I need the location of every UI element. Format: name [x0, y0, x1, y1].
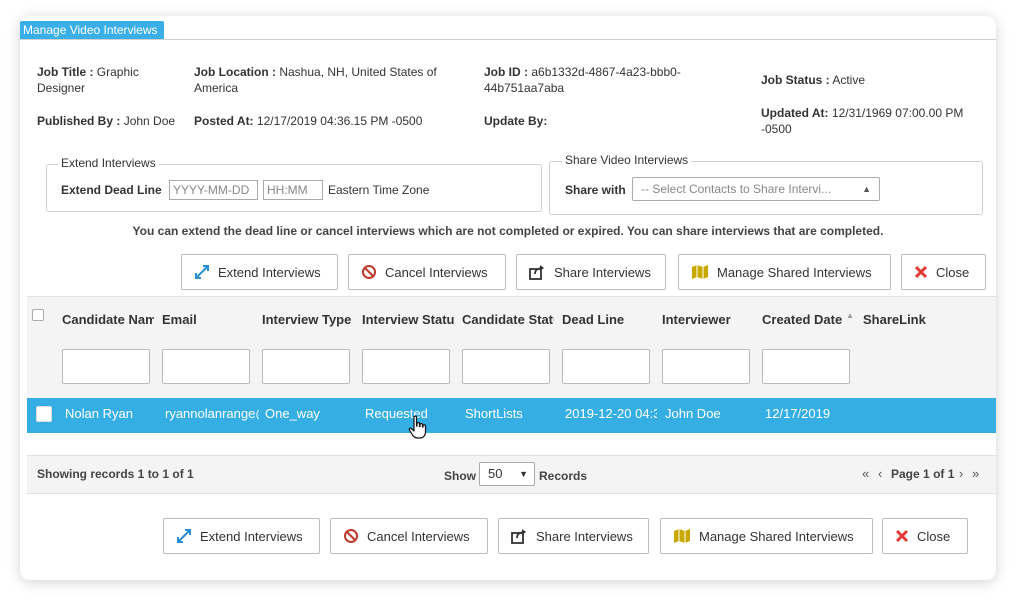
share-interviews-button-bottom[interactable]: Share Interviews — [498, 518, 649, 554]
page-size-select[interactable]: 50 ▼ — [479, 462, 535, 486]
cell-dead-line: 2019-12-20 04:36 — [565, 406, 657, 421]
filter-interview-type[interactable] — [262, 349, 350, 384]
filter-dead-line[interactable] — [562, 349, 650, 384]
cell-candidate-status: ShortLists — [465, 406, 523, 421]
records-label: Records — [539, 469, 588, 483]
page-indicator: Page 1 of 1 — [891, 467, 955, 481]
close-button-bottom[interactable]: Close — [882, 518, 968, 554]
select-all-checkbox[interactable] — [32, 309, 44, 321]
cell-candidate-name: Nolan Ryan — [65, 406, 133, 421]
job-location: Job Location : Nashua, NH, United States… — [194, 65, 437, 95]
last-page-icon[interactable]: » — [972, 466, 979, 481]
cell-email: ryannolanrange@ — [165, 406, 259, 421]
share-square-icon — [511, 529, 526, 544]
cancel-interviews-button-bottom[interactable]: Cancel Interviews — [330, 518, 488, 554]
next-page-icon[interactable]: › — [959, 466, 963, 481]
triangle-up-icon: ▲ — [862, 184, 871, 194]
title-divider — [20, 39, 996, 40]
extend-legend: Extend Interviews — [58, 156, 159, 170]
filter-created-date[interactable] — [762, 349, 850, 384]
column-sharelink[interactable]: ShareLink — [863, 312, 955, 327]
close-button[interactable]: Close — [901, 254, 986, 290]
extend-interviews-button-bottom[interactable]: Extend Interviews — [163, 518, 320, 554]
deadline-time-input[interactable] — [263, 180, 323, 200]
close-icon — [895, 529, 909, 543]
prev-page-icon[interactable]: ‹ — [878, 466, 882, 481]
posted-at: Posted At: 12/17/2019 04:36.15 PM -0500 — [194, 114, 423, 128]
job-status: Job Status : Active — [761, 73, 866, 87]
ban-icon — [344, 529, 358, 543]
extend-interviews-button[interactable]: Extend Interviews — [181, 254, 338, 290]
hand-pointer-cursor-icon — [408, 415, 427, 439]
column-candidate-status[interactable]: Candidate Status — [462, 312, 554, 327]
filter-candidate-status[interactable] — [462, 349, 550, 384]
map-icon — [674, 529, 690, 543]
share-with-label: Share with — [565, 183, 626, 197]
expand-arrows-icon — [195, 265, 209, 279]
column-email[interactable]: Email — [162, 312, 254, 327]
filter-interview-status[interactable] — [362, 349, 450, 384]
first-page-icon[interactable]: « — [862, 466, 869, 481]
cell-created-date: 12/17/2019 — [765, 406, 831, 421]
triangle-down-icon: ▼ — [519, 469, 528, 479]
share-contacts-select[interactable]: -- Select Contacts to Share Intervi... ▲ — [632, 177, 880, 201]
share-contacts-placeholder: -- Select Contacts to Share Intervi... — [641, 182, 832, 196]
deadline-date-input[interactable] — [169, 180, 258, 200]
column-interview-status[interactable]: Interview Status — [362, 312, 454, 327]
share-legend: Share Video Interviews — [562, 153, 692, 167]
job-id: Job ID : a6b1332d-4867-4a23-bbb0-44b751a… — [484, 65, 681, 95]
column-created-date[interactable]: Created Date — [762, 312, 844, 327]
column-interview-type[interactable]: Interview Type — [262, 312, 354, 327]
dialog-title: Manage Video Interviews — [20, 21, 164, 40]
timezone-label: Eastern Time Zone — [328, 183, 430, 197]
cell-interview-type: One_way — [265, 406, 320, 421]
update-by: Update By: — [484, 114, 548, 128]
help-note: You can extend the dead line or cancel i… — [132, 224, 884, 238]
close-icon — [914, 265, 928, 279]
ban-icon — [362, 265, 376, 279]
manage-shared-interviews-button-bottom[interactable]: Manage Shared Interviews — [660, 518, 873, 554]
manage-shared-interviews-button[interactable]: Manage Shared Interviews — [678, 254, 891, 290]
filter-interviewer[interactable] — [662, 349, 750, 384]
show-label: Show — [444, 469, 476, 483]
cancel-interviews-button[interactable]: Cancel Interviews — [348, 254, 506, 290]
filter-email[interactable] — [162, 349, 250, 384]
expand-arrows-icon — [177, 529, 191, 543]
column-dead-line[interactable]: Dead Line — [562, 312, 654, 327]
row-checkbox[interactable] — [36, 406, 52, 422]
column-candidate-name[interactable]: Candidate Name — [62, 312, 154, 327]
updated-at: Updated At: 12/31/1969 07:00.00 PM -0500 — [761, 106, 964, 136]
filter-candidate-name[interactable] — [62, 349, 150, 384]
records-summary: Showing records 1 to 1 of 1 — [37, 467, 194, 481]
cell-interviewer: John Doe — [665, 406, 721, 421]
share-square-icon — [529, 265, 544, 280]
job-title: Job Title : Graphic Designer — [37, 65, 139, 95]
sort-asc-icon: ▲ — [846, 311, 854, 320]
published-by: Published By : John Doe — [37, 114, 176, 128]
extend-deadline-label: Extend Dead Line — [61, 183, 162, 197]
share-interviews-button[interactable]: Share Interviews — [516, 254, 666, 290]
column-interviewer[interactable]: Interviewer — [662, 312, 754, 327]
map-icon — [692, 265, 708, 279]
